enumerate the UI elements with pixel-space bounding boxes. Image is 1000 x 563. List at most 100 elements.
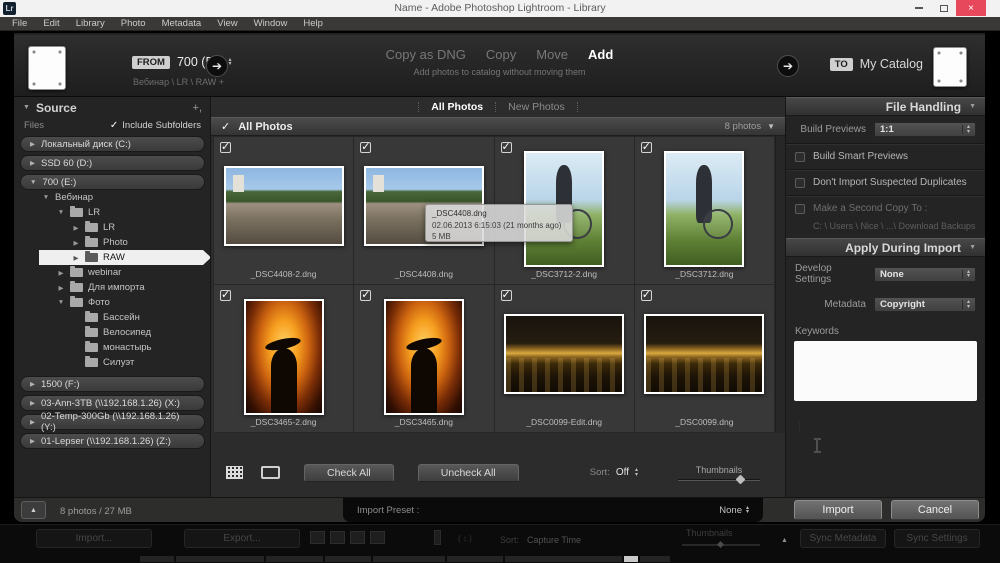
menu-item-help[interactable]: Help	[295, 18, 331, 29]
method-copy-as-dng[interactable]: Copy as DNG	[386, 47, 466, 62]
background-import-button: Import...	[36, 529, 152, 548]
folder-label: Вебинар	[55, 192, 93, 203]
photo-cell[interactable]: ✓_DSC3465.dng	[354, 285, 494, 433]
folder-item[interactable]: ▶Photo	[15, 235, 210, 250]
drive-arrow-icon: ▶	[30, 159, 35, 167]
drive-label: 700 (E:)	[42, 177, 76, 188]
import-button[interactable]: Import	[794, 500, 882, 520]
build-smart-previews-row[interactable]: Build Smart Previews	[786, 144, 985, 169]
photo-checkbox[interactable]: ✓	[220, 290, 231, 301]
photo-checkbox[interactable]: ✓	[360, 142, 371, 153]
method-add[interactable]: Add	[588, 47, 613, 62]
folder-item[interactable]: ▶LR	[15, 220, 210, 235]
develop-settings-dropdown[interactable]: None	[874, 267, 976, 282]
menu-item-window[interactable]: Window	[246, 18, 296, 29]
to-badge: TO	[830, 58, 853, 71]
grid-scrollbar[interactable]	[775, 136, 785, 433]
folder-item[interactable]: ▼LR	[15, 205, 210, 220]
build-smart-previews-checkbox[interactable]	[795, 152, 805, 162]
restore-button[interactable]	[931, 0, 956, 16]
add-source-button[interactable]: +,	[193, 102, 202, 114]
thumbnails-slider-track[interactable]	[678, 479, 760, 481]
folder-item[interactable]: Силуэт	[15, 355, 210, 370]
method-move[interactable]: Move	[536, 47, 568, 62]
minimize-button[interactable]	[906, 0, 931, 16]
keywords-input[interactable]	[794, 341, 977, 401]
photo-cell[interactable]: ✓_DSC0099.dng	[635, 285, 775, 433]
include-subfolders-checkbox[interactable]: ✓ Include Subfolders	[110, 120, 201, 131]
file-handling-header[interactable]: File Handling ▼	[786, 97, 985, 116]
drive-item[interactable]: ▶Локальный диск (C:)	[20, 136, 205, 152]
drive-item[interactable]: ▶01-Lepser (\\192.168.1.26) (Z:)	[20, 433, 205, 449]
build-previews-dropdown[interactable]: 1:1	[874, 122, 976, 137]
photo-filename: _DSC4408.dng	[354, 269, 493, 279]
photo-cell[interactable]: ✓_DSC3712.dng	[635, 137, 775, 285]
photo-checkbox[interactable]: ✓	[360, 290, 371, 301]
folder-item[interactable]: ▶Для импорта	[15, 280, 210, 295]
menu-item-photo[interactable]: Photo	[113, 18, 154, 29]
source-panel-title: Source	[36, 101, 77, 115]
method-copy[interactable]: Copy	[486, 47, 516, 62]
drive-item[interactable]: ▼700 (E:)	[20, 174, 205, 190]
close-button[interactable]: ×	[956, 0, 986, 16]
folder-label: webinar	[88, 267, 121, 278]
folder-item-selected[interactable]: ▶RAW	[15, 250, 211, 265]
filmstrip	[140, 556, 670, 562]
photo-cell[interactable]: ✓_DSC4408-2.dng	[214, 137, 354, 285]
filter-triangle-icon[interactable]: ▼	[767, 122, 775, 131]
import-preset-bar[interactable]: Import Preset : None	[343, 498, 763, 522]
menu-item-view[interactable]: View	[209, 18, 245, 29]
all-photos-header[interactable]: ✓ All Photos 8 photos ▼	[211, 117, 785, 136]
menu-item-file[interactable]: File	[4, 18, 35, 29]
catalog-icon	[933, 47, 967, 87]
drive-item[interactable]: ▶SSD 60 (D:)	[20, 155, 205, 171]
folder-item[interactable]: монастырь	[15, 340, 210, 355]
folder-icon	[70, 298, 83, 307]
menu-bar: FileEditLibraryPhotoMetadataViewWindowHe…	[0, 17, 1000, 31]
menu-item-library[interactable]: Library	[68, 18, 113, 29]
import-preset-value[interactable]: None	[719, 505, 742, 516]
drive-item[interactable]: ▶03-Ann-3TB (\\192.168.1.26) (X:)	[20, 395, 205, 411]
loupe-view-icon[interactable]	[261, 466, 280, 479]
cancel-button[interactable]: Cancel	[891, 500, 979, 520]
second-copy-row[interactable]: Make a Second Copy To :	[786, 196, 985, 221]
folder-icon	[85, 253, 98, 262]
photo-checkbox[interactable]: ✓	[641, 142, 652, 153]
drive-item[interactable]: ▶1500 (F:)	[20, 376, 205, 392]
source-panel-header[interactable]: ▼ Source +,	[15, 97, 210, 118]
check-all-button[interactable]: Check All	[304, 464, 394, 482]
menu-item-metadata[interactable]: Metadata	[154, 18, 210, 29]
thumbnails-slider-thumb[interactable]	[736, 474, 746, 484]
tab-all-photos[interactable]: All Photos	[431, 101, 483, 113]
second-copy-checkbox[interactable]	[795, 204, 805, 214]
apply-during-import-header[interactable]: Apply During Import ▼	[786, 238, 985, 257]
tab-new-photos[interactable]: New Photos	[508, 101, 565, 113]
minimize-dialog-button[interactable]: ▲	[21, 501, 46, 519]
photo-cell[interactable]: ✓_DSC3465-2.dng	[214, 285, 354, 433]
tree-arrow-icon: ▶	[72, 254, 80, 262]
folder-item[interactable]: Бассейн	[15, 310, 210, 325]
photo-checkbox[interactable]: ✓	[501, 290, 512, 301]
menu-item-edit[interactable]: Edit	[35, 18, 67, 29]
metadata-dropdown[interactable]: Copyright	[874, 297, 976, 312]
photo-checkbox[interactable]: ✓	[220, 142, 231, 153]
sort-value[interactable]: Off	[616, 467, 629, 478]
background-thumbnails-label: Thumbnails	[686, 528, 733, 538]
sort-arrows-icon[interactable]	[635, 468, 638, 477]
photo-cell[interactable]: ✓_DSC0099-Edit.dng	[495, 285, 635, 433]
dont-import-duplicates-row[interactable]: Don't Import Suspected Duplicates	[786, 170, 985, 195]
folder-item[interactable]: ▼Фото	[15, 295, 210, 310]
photo-thumbnail-night	[644, 314, 764, 394]
dont-import-duplicates-checkbox[interactable]	[795, 178, 805, 188]
uncheck-all-button[interactable]: Uncheck All	[418, 464, 519, 482]
photo-checkbox[interactable]: ✓	[501, 142, 512, 153]
folder-icon	[85, 358, 98, 367]
drive-item[interactable]: ▶02-Temp-300Gb (\\192.168.1.26) (Y:)	[20, 414, 205, 430]
folder-item[interactable]: Велосипед	[15, 325, 210, 340]
destination-name[interactable]: My Catalog	[860, 57, 923, 71]
folder-item[interactable]: ▼Вебинар	[15, 190, 210, 205]
thumbnails-slider[interactable]: Thumbnails	[678, 465, 760, 481]
grid-view-icon[interactable]	[226, 466, 243, 479]
photo-checkbox[interactable]: ✓	[641, 290, 652, 301]
folder-item[interactable]: ▶webinar	[15, 265, 210, 280]
